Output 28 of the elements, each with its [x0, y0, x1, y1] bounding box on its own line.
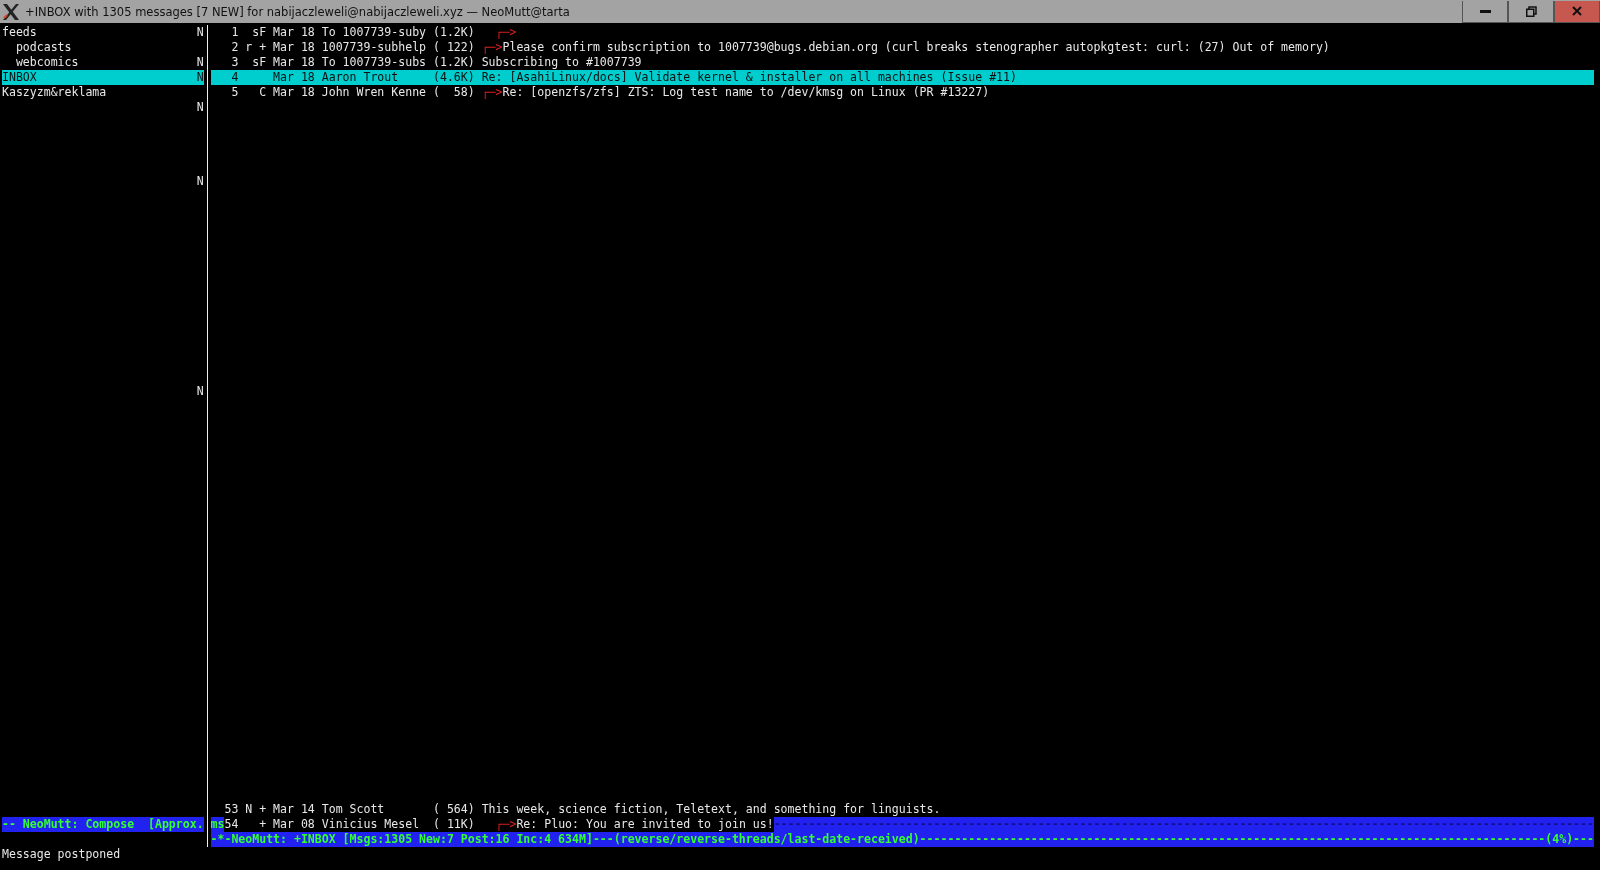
new-mark-label: N [196, 174, 204, 190]
mailbox-item[interactable]: feeds N [2, 25, 204, 40]
message-row[interactable]: 3 sF Mar 18 To 1007739-subs (1.2K) Subscribing to #1007739 [210, 54, 1594, 70]
compose-status: -- NeoMutt: Compose [Approx. [2, 816, 204, 832]
message-row[interactable]: 4 Mar 18 Aaron Trout (4.6K) Re: [AsahiLinux/docs] Validate kernel & installer on all machines (Issue #11) [210, 69, 1594, 85]
message-row[interactable]: 5 C Mar 18 John Wren Kenne ( 58) ┌─>Re: [openzfs/zfs] ZTS: Log test name to /dev/kmsg on Linux (PR #13227) [210, 84, 1594, 100]
x-logo-icon [2, 2, 20, 21]
mailbox-item[interactable]: INBOX N [2, 69, 204, 85]
close-button[interactable] [1554, 0, 1600, 23]
message-row[interactable]: 54 + Mar 08 Vinicius Mesel ( 11K) ┌─>Re: Pluo: You are invited to join us! [224, 816, 774, 832]
window-title: +INBOX with 1305 messages [7 NEW] for nabijaczleweli@nabijaczleweli.xyz — NeoMutt@tarta [25, 4, 570, 19]
new-mark-label: N [196, 99, 204, 115]
mailbox-item[interactable]: webcomics N [2, 54, 204, 70]
close-icon [1572, 6, 1582, 16]
mailbox-item[interactable]: Kaszyzm&reklama [2, 84, 204, 100]
message-row[interactable]: 1 sF Mar 18 To 1007739-suby (1.2K) ┌─> [210, 25, 1594, 40]
mailbox-item[interactable]: podcasts [2, 39, 204, 55]
new-mark-label: N [196, 383, 204, 399]
restore-button[interactable] [1508, 0, 1554, 23]
restore-icon [1525, 5, 1537, 17]
status-fill: ---------------------------------------------------------------------------------------------------------------------- [773, 816, 1594, 832]
message-text: Message postponed [1, 846, 121, 862]
minimize-button[interactable] [1462, 0, 1508, 23]
minimize-icon [1479, 9, 1491, 13]
message-row[interactable]: 53 N + Mar 14 Tom Scott ( 564) This week, science fiction, Teletext, and something for linguists. [210, 801, 1594, 817]
message-row[interactable]: 2 r + Mar 18 1007739-subhelp ( 122) ┌─>Please confirm subscription to 1007739@bugs.debian.org (curl breaks stenographer autopkgtest: curl: (27) Out of memory) [210, 39, 1594, 55]
status-fragment: ms [210, 816, 225, 832]
status-bar: -*-NeoMutt: +INBOX [Msgs:1305 New:7 Post:16 Inc:4 634M]---(reverse/reverse-threads/last-date-received)------------------------------------------------------------------------------------------(4%)--- [210, 831, 1594, 847]
